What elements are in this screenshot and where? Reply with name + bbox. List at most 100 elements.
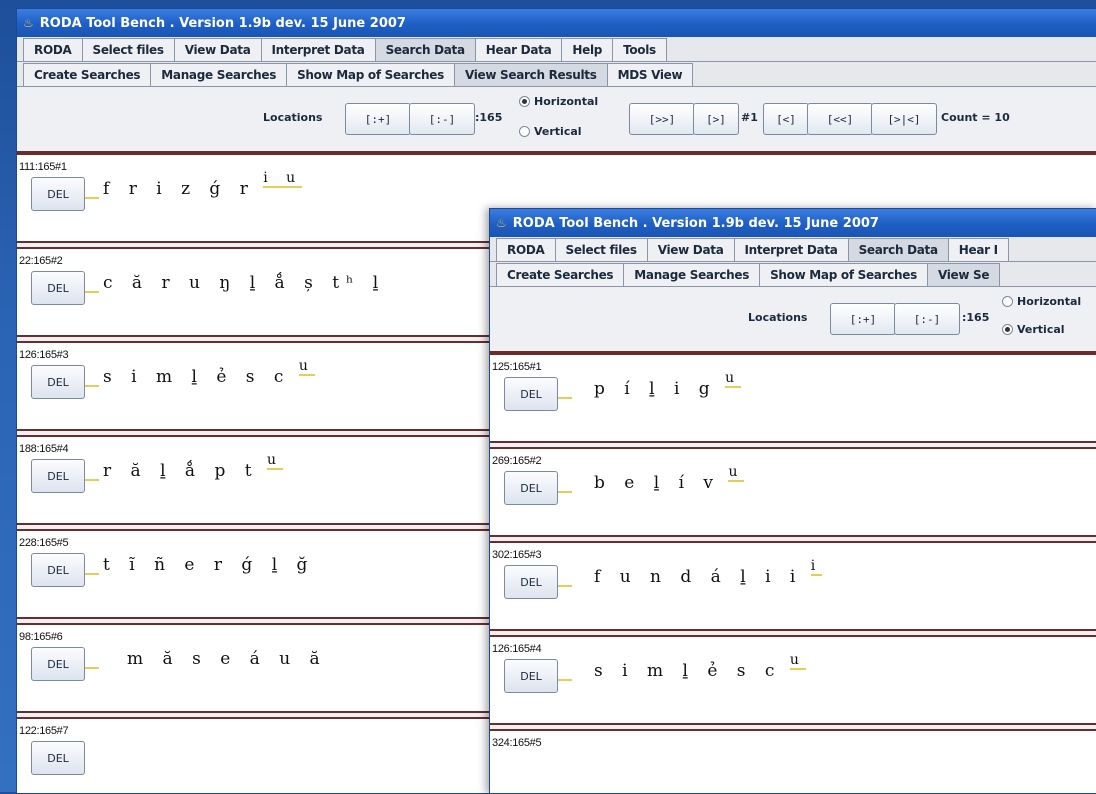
result-index: #1 [741,111,758,124]
transcription: r ă ḻ ǻ p t u [103,452,284,481]
delete-button[interactable]: DEL [31,365,85,399]
delete-button[interactable]: DEL [504,659,558,693]
tab-help[interactable]: Help [561,38,614,61]
tab-tools[interactable]: Tools [612,38,667,61]
tab-show-map[interactable]: Show Map of Searches [759,263,928,286]
result-row: 302:165#3 DEL f u n d á ḻ i i i [490,541,1096,631]
tab-search-data[interactable]: Search Data [374,38,476,61]
first-button[interactable]: [<<] [807,103,873,135]
tab-create-searches[interactable]: Create Searches [23,63,152,86]
transcription: c ă r u ŋ ḻ ǻ ș tʰ ḻ [103,273,385,293]
tab-hear-data[interactable]: Hear I [947,238,1009,261]
vertical-radio[interactable]: Vertical [519,125,582,138]
locations-minus-button[interactable]: [:-] [894,303,960,335]
sub-tabs: Create Searches Manage Searches Show Map… [17,62,1096,87]
radio-empty-icon [1002,296,1013,307]
delete-button[interactable]: DEL [31,741,85,775]
tab-search-data[interactable]: Search Data [847,238,949,261]
transcription-text: f u n d á ḻ i i [594,567,803,587]
tab-manage-searches[interactable]: Manage Searches [623,263,761,286]
transcription-superscript: u [728,464,745,482]
result-row: 126:165#4 DEL s i m ḻ ẻ s c u [490,635,1096,725]
results-list: 125:165#1 DEL p í ḻ i g u 269:165#2 DEL … [490,353,1096,793]
delete-button[interactable]: DEL [31,459,85,493]
tab-show-map[interactable]: Show Map of Searches [286,63,455,86]
last-button[interactable]: [>>] [629,103,695,135]
title-bar[interactable]: ♨ RODA Tool Bench . Version 1.9b dev. 15… [490,209,1096,237]
title-bar[interactable]: ♨ RODA Tool Bench . Version 1.9b dev. 15… [17,9,1096,37]
transcription: b e ḻ í v u [594,464,745,493]
marker-line [85,667,99,669]
next-button[interactable]: [>] [693,103,739,135]
result-id: 302:165#3 [492,549,542,561]
locations-total: :165 [475,111,503,124]
result-id: 188:165#4 [19,443,69,455]
transcription: t ĩ ñ e r ǵ ḻ ğ [103,555,314,575]
horizontal-radio[interactable]: Horizontal [519,95,598,108]
result-id: 126:165#4 [492,643,542,655]
transcription-text: m ă s e á u ă [127,649,327,669]
delete-button[interactable]: DEL [31,271,85,305]
tab-view-data[interactable]: View Data [173,38,262,61]
marker-line [85,291,99,293]
fit-button[interactable]: [>|<] [871,103,937,135]
transcription-text: f r i z ǵ r [103,179,255,199]
marker-line [558,585,572,587]
result-id: 22:165#2 [19,255,63,267]
menu-tabs: RODA Select files View Data Interpret Da… [490,237,1096,262]
marker-line [558,491,572,493]
tab-hear-data[interactable]: Hear Data [474,38,563,61]
prev-button[interactable]: [<] [763,103,809,135]
marker-line [558,679,572,681]
tab-view-search-results[interactable]: View Search Results [453,63,608,86]
delete-button[interactable]: DEL [31,647,85,681]
marker-line [85,385,99,387]
transcription: p í ḻ i g u [594,370,742,399]
tab-interpret-data[interactable]: Interpret Data [733,238,849,261]
tab-select-files[interactable]: Select files [554,238,648,261]
result-id: 126:165#3 [19,349,69,361]
result-id: 98:165#6 [19,631,63,643]
transcription-text: r ă ḻ ǻ p t [103,461,259,481]
vertical-radio[interactable]: Vertical [1002,323,1065,336]
delete-button[interactable]: DEL [504,471,558,505]
vertical-label: Vertical [534,125,582,138]
transcription-text: s i m ḻ ẻ s c [594,661,782,681]
locations-plus-button[interactable]: [:+] [830,303,896,335]
tab-roda[interactable]: RODA [23,38,83,61]
delete-button[interactable]: DEL [31,553,85,587]
horizontal-label: Horizontal [534,95,599,108]
tab-view-search-results[interactable]: View Se [926,263,1001,286]
delete-button[interactable]: DEL [504,377,558,411]
radio-empty-icon [519,126,530,137]
result-id: 228:165#5 [19,537,69,549]
marker-line [85,197,99,199]
result-row: 125:165#1 DEL p í ḻ i g u [490,353,1096,443]
tab-mds-view[interactable]: MDS View [606,63,694,86]
delete-button[interactable]: DEL [504,565,558,599]
delete-button[interactable]: DEL [31,177,85,211]
transcription-superscript: u [298,358,315,376]
locations-plus-button[interactable]: [:+] [345,103,411,135]
transcription-text: p í ḻ i g [594,379,717,399]
locations-label: Locations [263,111,323,124]
results-controls: Locations [:+] [:-] :165 Horizontal Vert… [17,87,1096,153]
result-row: 324:165#5 [490,729,1096,793]
transcription: f r i z ǵ r i u [103,170,303,199]
marker-line [85,479,99,481]
transcription: f u n d á ḻ i i i [594,558,823,587]
marker-line [558,397,572,399]
tab-view-data[interactable]: View Data [646,238,735,261]
tab-manage-searches[interactable]: Manage Searches [150,63,288,86]
second-window: ♨ RODA Tool Bench . Version 1.9b dev. 15… [489,208,1096,794]
locations-minus-button[interactable]: [:-] [409,103,475,135]
tab-create-searches[interactable]: Create Searches [496,263,625,286]
horizontal-radio[interactable]: Horizontal [1002,295,1081,308]
tab-interpret-data[interactable]: Interpret Data [260,38,376,61]
tab-roda[interactable]: RODA [496,238,556,261]
tab-select-files[interactable]: Select files [81,38,175,61]
marker-line [85,573,99,575]
result-id: 111:165#1 [19,161,67,173]
result-id: 122:165#7 [19,725,69,737]
transcription-superscript: u [725,370,742,388]
